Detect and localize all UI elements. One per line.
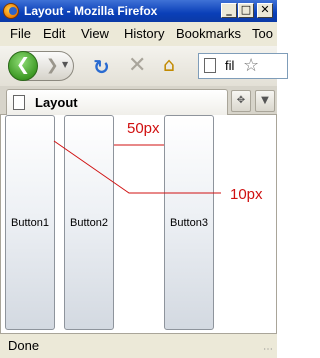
home-icon[interactable]: ⌂ [163, 54, 175, 76]
status-text: Done [8, 338, 40, 353]
navigation-toolbar: ❮ ❯ ▼ ↻ ✕ ⌂ fil ☆ [0, 46, 288, 87]
maximize-button[interactable]: □ [238, 3, 254, 18]
page-content: Button1 Button2 Button3 50px 10px [0, 115, 277, 333]
url-bar[interactable]: fil ☆ [198, 53, 288, 79]
page-icon [13, 95, 25, 110]
menu-tools[interactable]: Too [252, 26, 273, 41]
window-title: Layout - Mozilla Firefox [24, 4, 158, 18]
bookmark-star-icon[interactable]: ☆ [243, 55, 259, 76]
tab-bar: Layout ✥ ▼ [0, 86, 277, 115]
margin-leader-line [53, 140, 221, 194]
url-text: fil [225, 58, 235, 73]
firefox-logo-icon [3, 3, 19, 19]
annotation-lines [53, 140, 221, 194]
menu-file[interactable]: File [10, 26, 31, 41]
reload-icon[interactable]: ↻ [93, 55, 110, 79]
gap-annotation: 50px [127, 120, 160, 137]
close-button[interactable]: ✕ [257, 3, 273, 18]
page-icon [204, 58, 216, 73]
menu-edit[interactable]: Edit [43, 26, 65, 41]
forward-arrow-icon[interactable]: ❯ [46, 56, 59, 74]
back-arrow-icon[interactable]: ❮ [8, 51, 38, 81]
margin-annotation: 10px [230, 186, 263, 203]
tab-list-dropdown-icon[interactable]: ▼ [255, 90, 275, 112]
history-dropdown-icon[interactable]: ▼ [62, 60, 68, 69]
menu-bookmarks[interactable]: Bookmarks [176, 26, 241, 41]
tab-label: Layout [35, 95, 78, 110]
status-bar: Done ⋯ [0, 333, 277, 358]
title-bar: Layout - Mozilla Firefox _ □ ✕ [0, 0, 277, 22]
minimize-button[interactable]: _ [221, 3, 237, 18]
tab-scroll-icon[interactable]: ✥ [231, 90, 251, 112]
menu-bar: File Edit View History Bookmarks Too [0, 22, 277, 47]
resize-grip-icon[interactable]: ⋯ [263, 344, 275, 356]
tab-layout[interactable]: Layout [6, 89, 228, 115]
menu-view[interactable]: View [81, 26, 109, 41]
menu-history[interactable]: History [124, 26, 164, 41]
stop-icon[interactable]: ✕ [128, 53, 146, 78]
